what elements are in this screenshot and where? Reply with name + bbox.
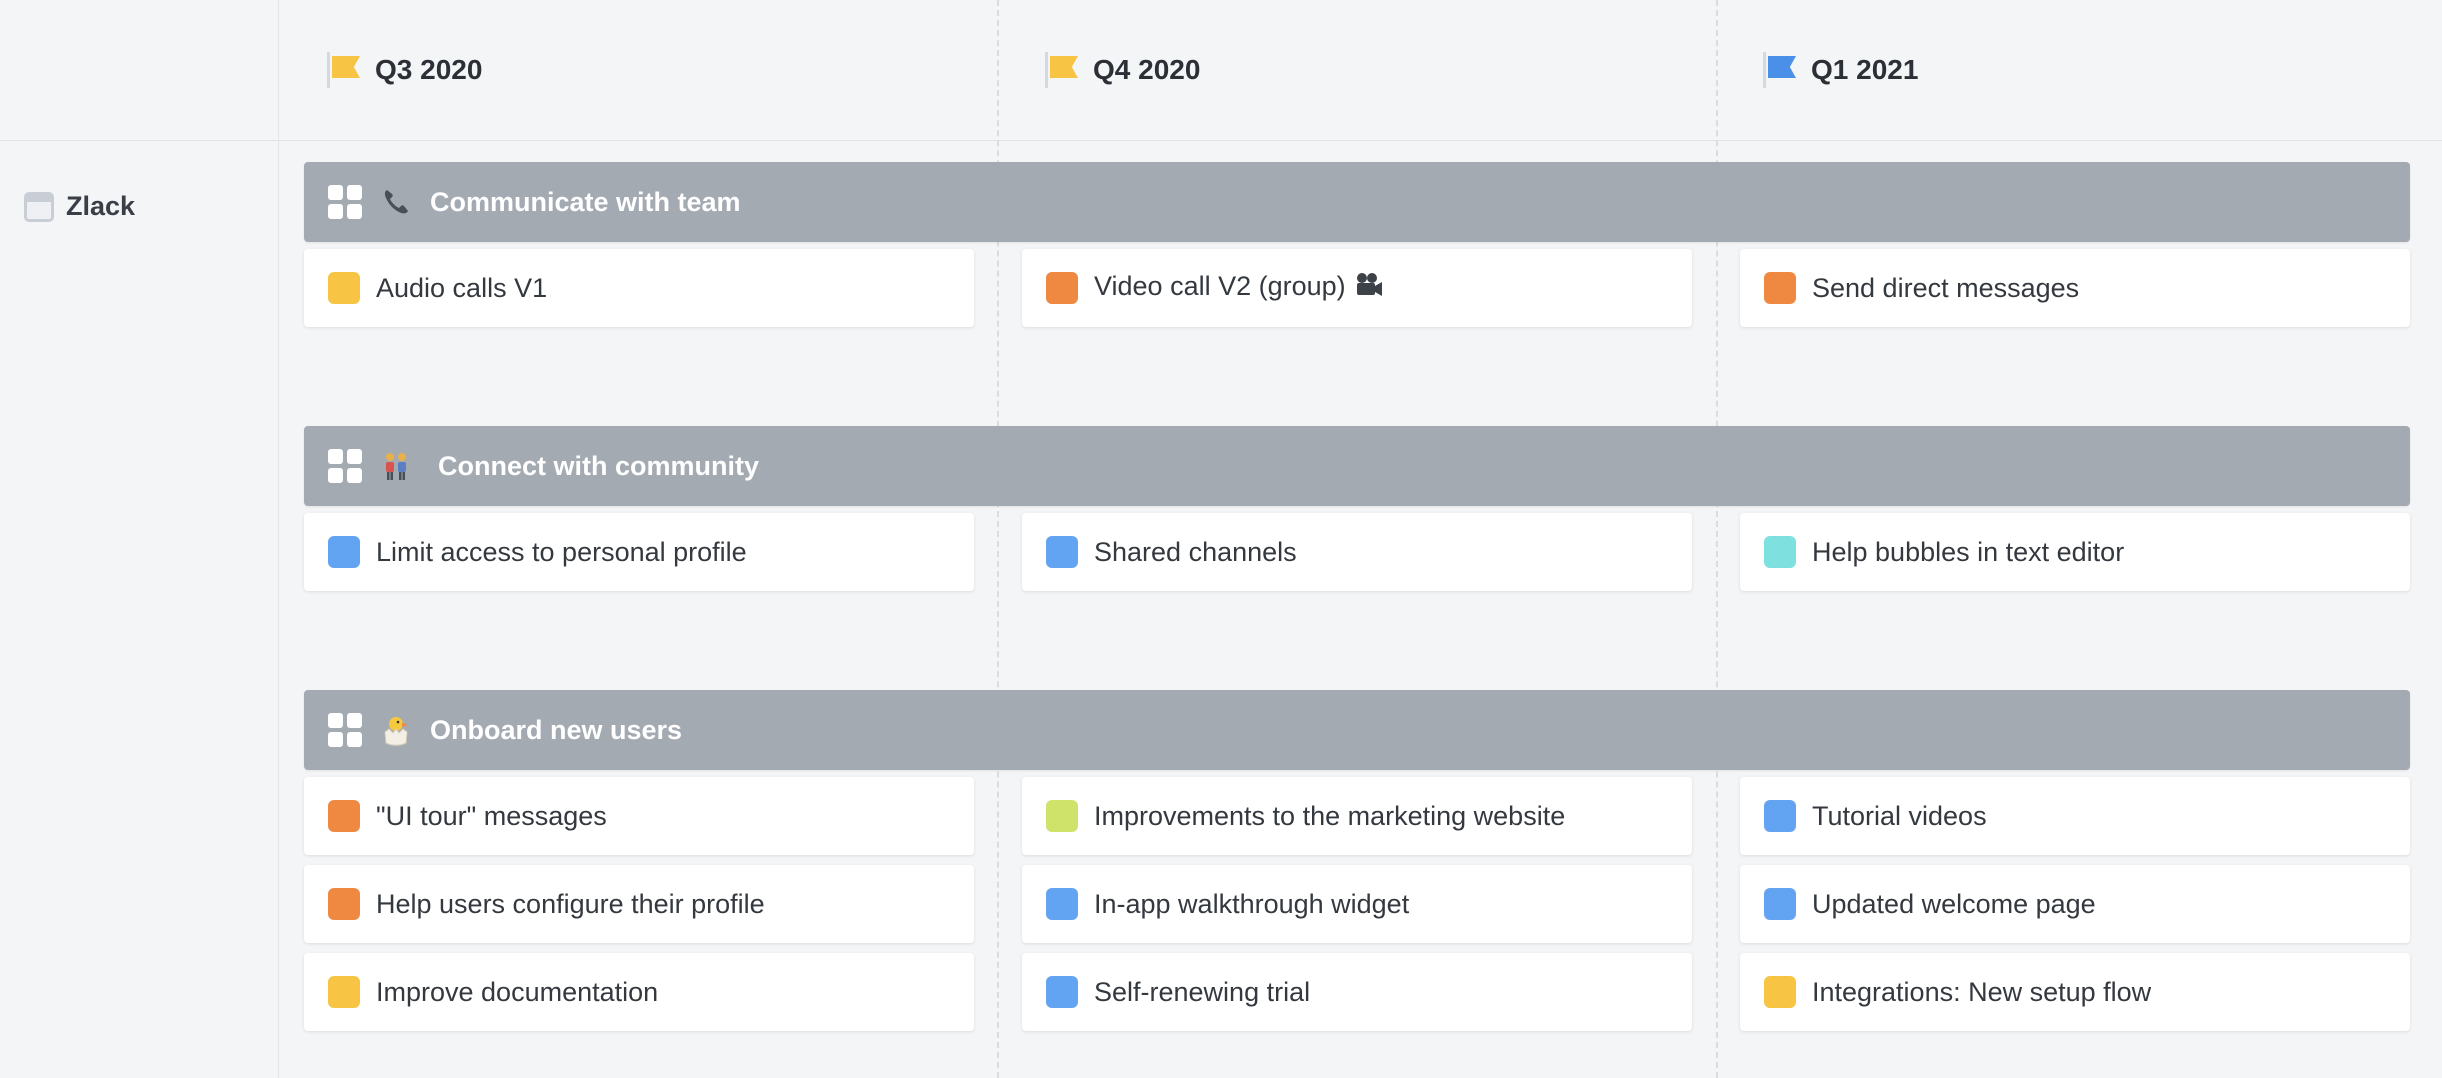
- status-swatch: [1046, 272, 1078, 304]
- flag-icon: [1763, 50, 1797, 90]
- feature-card[interactable]: Video call V2 (group): [1022, 249, 1692, 327]
- feature-label: Help users configure their profile: [376, 888, 765, 919]
- status-swatch: [1764, 888, 1796, 920]
- feature-label: In-app walkthrough widget: [1094, 888, 1410, 919]
- status-swatch: [328, 976, 360, 1008]
- people-icon: [380, 450, 412, 482]
- feature-card[interactable]: Self-renewing trial: [1022, 953, 1692, 1031]
- roadmap-board: Q3 2020 Q4 2020 Q1 2021 Zlack Communicat…: [0, 0, 2442, 1078]
- feature-label: Audio calls V1: [376, 272, 548, 303]
- status-swatch: [328, 800, 360, 832]
- status-swatch: [1046, 800, 1078, 832]
- feature-card[interactable]: Improve documentation: [304, 953, 974, 1031]
- product-icon: [24, 191, 54, 222]
- feature-label: Send direct messages: [1812, 272, 2080, 303]
- initiative-bar-connect[interactable]: Connect with community: [304, 426, 2410, 506]
- header-divider: [0, 140, 2442, 141]
- feature-label: Help bubbles in text editor: [1812, 536, 2125, 567]
- feature-card[interactable]: In-app walkthrough widget: [1022, 865, 1692, 943]
- product-row-header[interactable]: Zlack: [24, 191, 135, 222]
- quarter-header-q1-2021[interactable]: Q1 2021: [1763, 50, 1918, 90]
- feature-card[interactable]: Send direct messages: [1740, 249, 2410, 327]
- feature-card[interactable]: Improvements to the marketing website: [1022, 777, 1692, 855]
- status-swatch: [1046, 888, 1078, 920]
- feature-card[interactable]: "UI tour" messages: [304, 777, 974, 855]
- status-swatch: [1764, 536, 1796, 568]
- feature-card[interactable]: Help bubbles in text editor: [1740, 513, 2410, 591]
- feature-card[interactable]: Audio calls V1: [304, 249, 974, 327]
- feature-label: "UI tour" messages: [376, 800, 607, 831]
- feature-label: Integrations: New setup flow: [1812, 976, 2152, 1007]
- quarter-header-q3-2020[interactable]: Q3 2020: [327, 50, 482, 90]
- quarter-label: Q3 2020: [375, 54, 483, 85]
- quarter-label: Q4 2020: [1093, 54, 1201, 85]
- feature-label: Video call V2 (group): [1094, 271, 1384, 304]
- grid-icon: [328, 449, 362, 483]
- feature-label: Limit access to personal profile: [376, 536, 747, 567]
- feature-card[interactable]: Integrations: New setup flow: [1740, 953, 2410, 1031]
- feature-label: Updated welcome page: [1812, 888, 2096, 919]
- quarter-label: Q1 2021: [1811, 54, 1919, 85]
- product-name: Zlack: [66, 191, 136, 221]
- status-swatch: [1764, 976, 1796, 1008]
- feature-label: Self-renewing trial: [1094, 976, 1311, 1007]
- initiative-title: Communicate with team: [430, 186, 741, 217]
- feature-label: Shared channels: [1094, 536, 1297, 567]
- movie-camera-icon: [1354, 272, 1384, 305]
- feature-label: Improvements to the marketing website: [1094, 800, 1566, 831]
- status-swatch: [1764, 800, 1796, 832]
- feature-label: Tutorial videos: [1812, 800, 1987, 831]
- flag-icon: [327, 50, 361, 90]
- status-swatch: [1764, 272, 1796, 304]
- grid-icon: [328, 185, 362, 219]
- grid-icon: [328, 713, 362, 747]
- feature-card[interactable]: Tutorial videos: [1740, 777, 2410, 855]
- feature-label: Improve documentation: [376, 976, 659, 1007]
- quarter-header-q4-2020[interactable]: Q4 2020: [1045, 50, 1200, 90]
- status-swatch: [328, 888, 360, 920]
- initiative-bar-communicate[interactable]: Communicate with team: [304, 162, 2410, 242]
- feature-card[interactable]: Limit access to personal profile: [304, 513, 974, 591]
- flag-icon: [1045, 50, 1079, 90]
- status-swatch: [1046, 536, 1078, 568]
- feature-card[interactable]: Updated welcome page: [1740, 865, 2410, 943]
- telephone-icon: [380, 186, 412, 218]
- hatching-chick-icon: [380, 714, 412, 746]
- initiative-bar-onboard[interactable]: Onboard new users: [304, 690, 2410, 770]
- status-swatch: [1046, 976, 1078, 1008]
- initiative-title: Onboard new users: [430, 714, 683, 745]
- feature-card[interactable]: Shared channels: [1022, 513, 1692, 591]
- status-swatch: [328, 536, 360, 568]
- status-swatch: [328, 272, 360, 304]
- feature-card[interactable]: Help users configure their profile: [304, 865, 974, 943]
- sidebar-column: [0, 0, 279, 1078]
- initiative-title: Connect with community: [438, 450, 760, 481]
